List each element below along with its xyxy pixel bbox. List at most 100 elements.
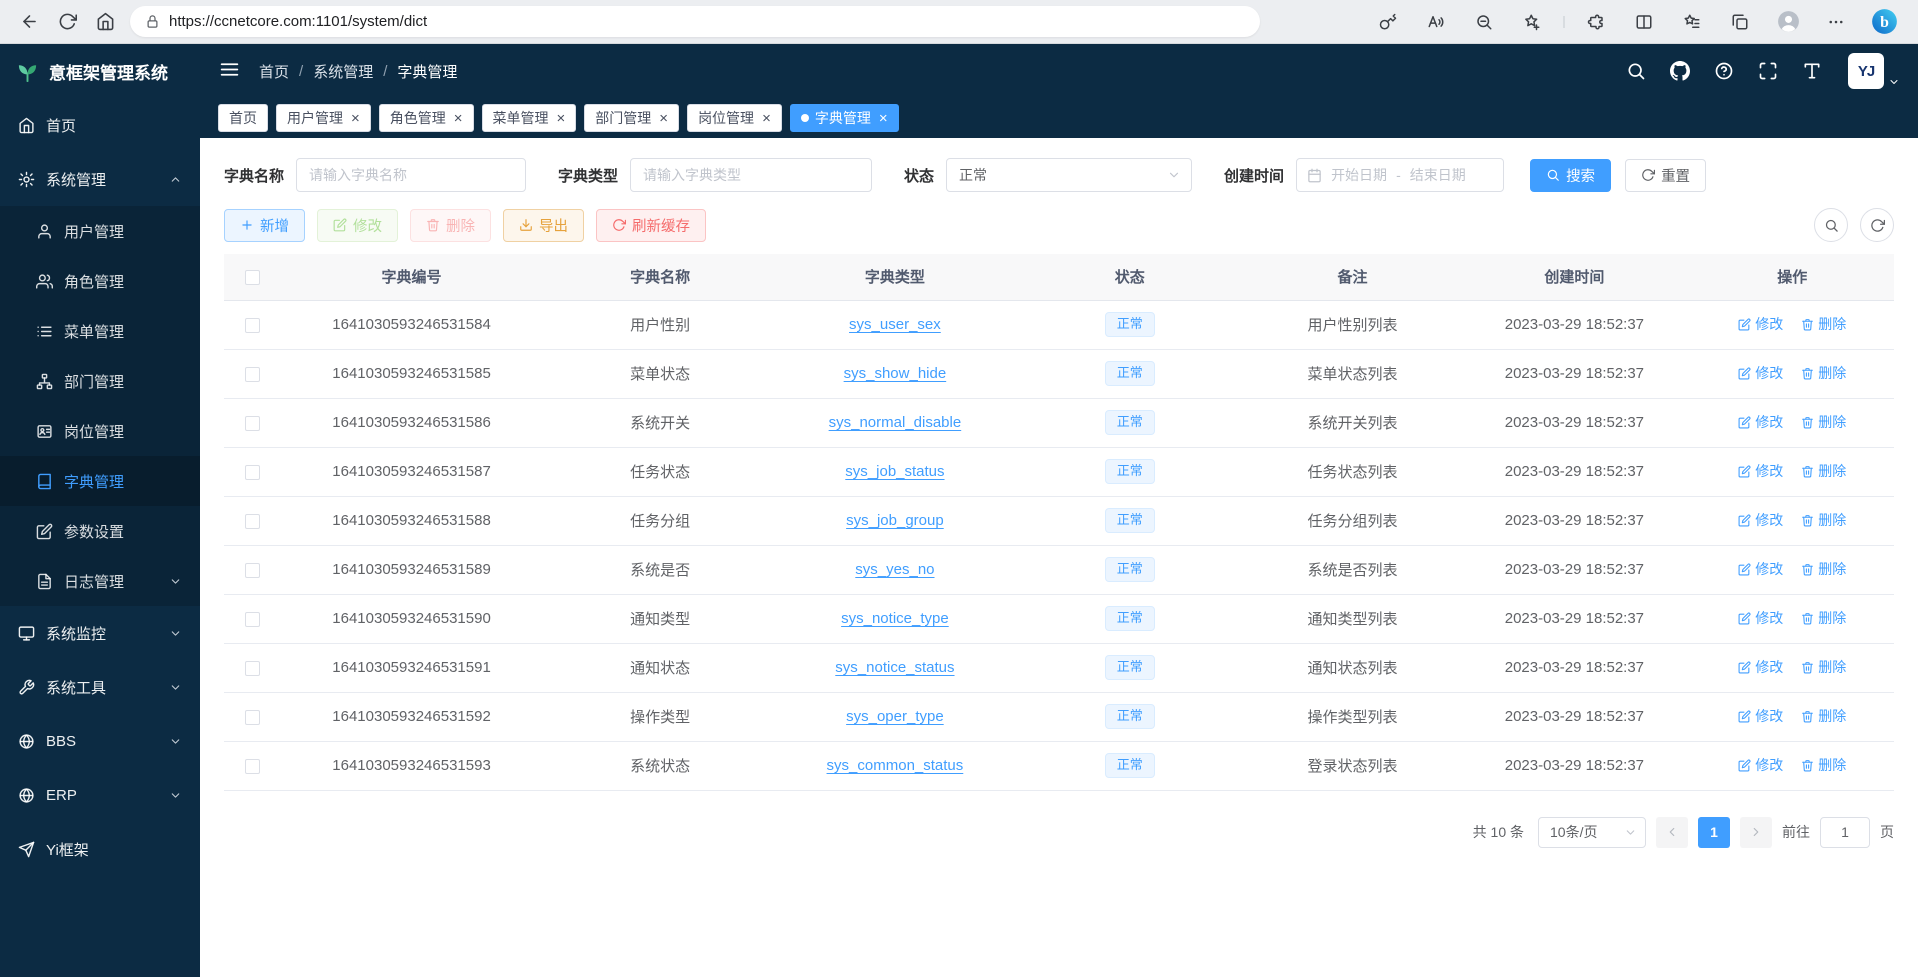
row-delete-button[interactable]: 删除	[1801, 461, 1846, 481]
row-checkbox[interactable]	[245, 710, 260, 725]
edit-button[interactable]: 修改	[317, 209, 398, 242]
profile-avatar-icon[interactable]	[1764, 4, 1812, 40]
close-icon[interactable]: ×	[659, 111, 668, 126]
search-button[interactable]: 搜索	[1530, 159, 1611, 192]
row-edit-button[interactable]: 修改	[1738, 706, 1783, 726]
dict-type-link[interactable]: sys_user_sex	[849, 316, 941, 333]
add-button[interactable]: 新增	[224, 209, 305, 242]
row-checkbox[interactable]	[245, 465, 260, 480]
delete-button[interactable]: 删除	[410, 209, 491, 242]
dict-type-link[interactable]: sys_yes_no	[855, 561, 934, 578]
sidebar-item-dict[interactable]: 字典管理	[0, 456, 200, 506]
refresh-icon[interactable]	[48, 5, 86, 39]
toggle-search-button[interactable]	[1814, 208, 1848, 242]
row-edit-button[interactable]: 修改	[1738, 412, 1783, 432]
row-edit-button[interactable]: 修改	[1738, 755, 1783, 775]
row-edit-button[interactable]: 修改	[1738, 510, 1783, 530]
row-checkbox[interactable]	[245, 612, 260, 627]
sidebar-item-user[interactable]: 用户管理	[0, 206, 200, 256]
current-page[interactable]: 1	[1698, 817, 1730, 848]
dict-type-input[interactable]	[630, 158, 872, 192]
row-delete-button[interactable]: 删除	[1801, 755, 1846, 775]
row-checkbox[interactable]	[245, 416, 260, 431]
date-range-picker[interactable]: 开始日期 - 结束日期	[1296, 158, 1504, 192]
home-icon[interactable]	[86, 5, 124, 39]
breadcrumb-item[interactable]: 首页	[259, 61, 289, 82]
sidebar-item-dept[interactable]: 部门管理	[0, 356, 200, 406]
row-checkbox[interactable]	[245, 514, 260, 529]
sidebar-toggle-button[interactable]	[218, 58, 241, 84]
dict-type-link[interactable]: sys_job_status	[845, 463, 944, 480]
help-icon[interactable]	[1714, 61, 1734, 81]
dict-type-link[interactable]: sys_notice_status	[835, 659, 954, 676]
fullscreen-icon[interactable]	[1758, 61, 1778, 81]
sidebar-item-config[interactable]: 参数设置	[0, 506, 200, 556]
close-icon[interactable]: ×	[879, 111, 888, 126]
prev-page-button[interactable]	[1656, 817, 1688, 848]
read-aloud-icon[interactable]	[1412, 4, 1460, 40]
row-delete-button[interactable]: 删除	[1801, 363, 1846, 383]
row-delete-button[interactable]: 删除	[1801, 657, 1846, 677]
dict-type-link[interactable]: sys_show_hide	[844, 365, 947, 382]
tab-6[interactable]: 字典管理×	[790, 104, 899, 132]
dict-type-link[interactable]: sys_job_group	[846, 512, 944, 529]
more-icon[interactable]	[1812, 4, 1860, 40]
row-delete-button[interactable]: 删除	[1801, 559, 1846, 579]
tab-0[interactable]: 首页	[218, 104, 268, 132]
key-icon[interactable]	[1364, 4, 1412, 40]
tab-1[interactable]: 用户管理×	[276, 104, 371, 132]
extensions-icon[interactable]	[1572, 4, 1620, 40]
split-screen-icon[interactable]	[1620, 4, 1668, 40]
row-checkbox[interactable]	[245, 661, 260, 676]
sidebar-item-home[interactable]: 首页	[0, 98, 200, 152]
tab-4[interactable]: 部门管理×	[584, 104, 679, 132]
row-edit-button[interactable]: 修改	[1738, 657, 1783, 677]
close-icon[interactable]: ×	[454, 111, 463, 126]
bing-icon[interactable]: b	[1860, 4, 1908, 40]
row-edit-button[interactable]: 修改	[1738, 608, 1783, 628]
goto-page-input[interactable]	[1820, 817, 1870, 848]
dict-type-link[interactable]: sys_normal_disable	[829, 414, 962, 431]
close-icon[interactable]: ×	[351, 111, 360, 126]
status-select[interactable]: 正常	[946, 158, 1192, 192]
dict-type-link[interactable]: sys_common_status	[827, 757, 964, 774]
user-menu[interactable]: YJ	[1848, 53, 1900, 89]
back-icon[interactable]	[10, 5, 48, 39]
breadcrumb-item[interactable]: 系统管理	[313, 61, 373, 82]
row-edit-button[interactable]: 修改	[1738, 314, 1783, 334]
zoom-out-icon[interactable]	[1460, 4, 1508, 40]
page-size-select[interactable]: 10条/页	[1538, 817, 1646, 848]
search-icon[interactable]	[1626, 61, 1646, 81]
sidebar-item-post[interactable]: 岗位管理	[0, 406, 200, 456]
tab-3[interactable]: 菜单管理×	[482, 104, 577, 132]
row-checkbox[interactable]	[245, 367, 260, 382]
row-checkbox[interactable]	[245, 759, 260, 774]
tab-2[interactable]: 角色管理×	[379, 104, 474, 132]
row-delete-button[interactable]: 删除	[1801, 706, 1846, 726]
collections-icon[interactable]	[1716, 4, 1764, 40]
brand-badge[interactable]: YJ	[1848, 53, 1884, 89]
sidebar-item-role[interactable]: 角色管理	[0, 256, 200, 306]
sidebar-item-monitor[interactable]: 系统监控	[0, 606, 200, 660]
close-icon[interactable]: ×	[762, 111, 771, 126]
sidebar-item-log[interactable]: 日志管理	[0, 556, 200, 606]
reset-button[interactable]: 重置	[1625, 159, 1706, 192]
favorites-bar-icon[interactable]	[1668, 4, 1716, 40]
refresh-table-button[interactable]	[1860, 208, 1894, 242]
sidebar-item-yiframe[interactable]: Yi框架	[0, 822, 200, 876]
sidebar-item-menu[interactable]: 菜单管理	[0, 306, 200, 356]
select-all-checkbox[interactable]	[245, 270, 260, 285]
address-bar[interactable]: https://ccnetcore.com:1101/system/dict	[130, 6, 1260, 37]
github-icon[interactable]	[1670, 61, 1690, 81]
favorites-add-icon[interactable]	[1508, 4, 1556, 40]
row-checkbox[interactable]	[245, 318, 260, 333]
dict-name-input[interactable]	[296, 158, 526, 192]
next-page-button[interactable]	[1740, 817, 1772, 848]
sidebar-item-system[interactable]: 系统管理	[0, 152, 200, 206]
tab-5[interactable]: 岗位管理×	[687, 104, 782, 132]
refresh-cache-button[interactable]: 刷新缓存	[596, 209, 706, 242]
sidebar-item-tool[interactable]: 系统工具	[0, 660, 200, 714]
sidebar-item-bbs[interactable]: BBS	[0, 714, 200, 768]
row-edit-button[interactable]: 修改	[1738, 461, 1783, 481]
row-delete-button[interactable]: 删除	[1801, 510, 1846, 530]
